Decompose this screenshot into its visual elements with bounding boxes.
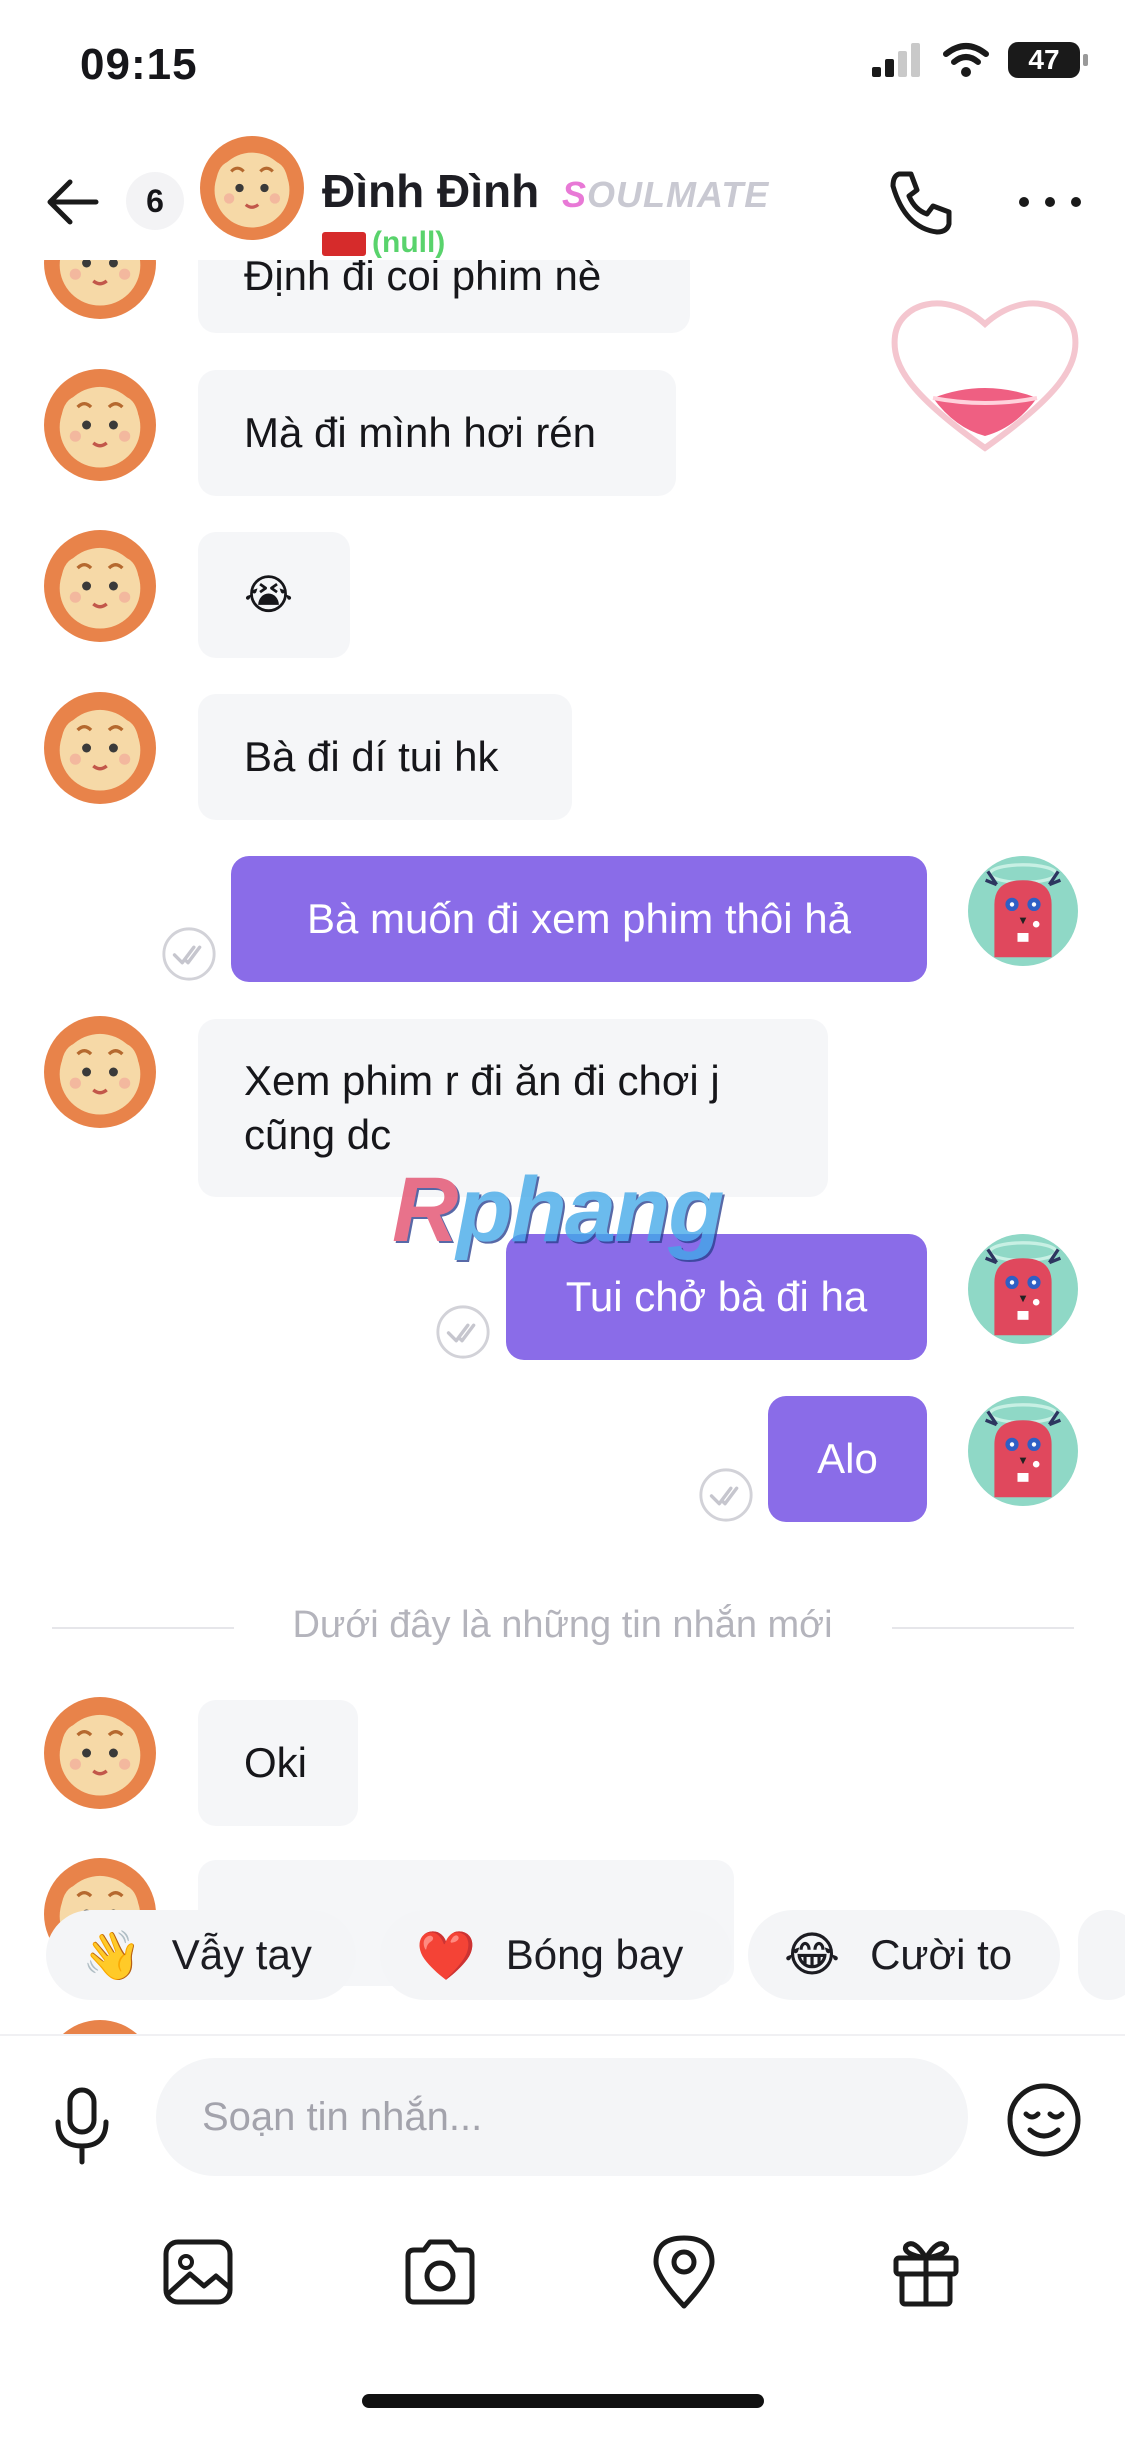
- new-messages-divider: Dưới đây là những tin nhắn mới: [292, 1604, 833, 1646]
- divider-line-right: [892, 1627, 1074, 1629]
- quick-reaction-label: Vẫy tay: [171, 1931, 312, 1978]
- signal-icon: [872, 43, 920, 77]
- message-bubble-outgoing[interactable]: Bà muốn đi xem phim thôi hả: [231, 856, 927, 982]
- heart-sticker-icon[interactable]: [885, 288, 1085, 458]
- phone-icon[interactable]: [885, 166, 957, 238]
- quick-reaction-laugh[interactable]: 😂 Cười to: [748, 1910, 1060, 2000]
- quick-reaction-label: Bóng bay: [505, 1931, 684, 1978]
- message-text: Bà muốn đi xem phim thôi hả: [307, 895, 851, 942]
- camera-icon[interactable]: [400, 2232, 480, 2312]
- watermark: Rphang: [392, 1159, 724, 1261]
- contact-header-avatar[interactable]: [200, 136, 304, 240]
- image-icon[interactable]: [158, 2232, 238, 2312]
- gift-icon[interactable]: [886, 2232, 966, 2312]
- contact-status: (null): [322, 226, 445, 260]
- heart-icon: ❤️: [416, 1929, 476, 1983]
- contact-avatar[interactable]: [44, 1697, 156, 1809]
- message-text-line: cũng dc: [244, 1111, 392, 1158]
- message-bubble-outgoing[interactable]: Alo: [768, 1396, 927, 1522]
- soulmate-badge: SOULMATE: [562, 174, 770, 215]
- contact-avatar[interactable]: [44, 530, 156, 642]
- status-time: 09:15: [80, 40, 198, 89]
- quick-reaction-balloon[interactable]: ❤️ Bóng bay: [380, 1910, 732, 2000]
- quick-reaction-wave[interactable]: 👋 Vẫy tay: [46, 1910, 356, 2000]
- wave-icon: 👋: [82, 1929, 142, 1983]
- microphone-icon[interactable]: [50, 2086, 114, 2166]
- home-indicator[interactable]: [362, 2394, 764, 2408]
- message-text-line: Xem phim r đi ăn đi chơi j: [244, 1057, 720, 1104]
- message-text: 😭: [244, 571, 294, 618]
- my-avatar[interactable]: [968, 856, 1078, 966]
- message-input[interactable]: [156, 2058, 968, 2176]
- battery-indicator: 47: [1008, 42, 1088, 78]
- contact-avatar[interactable]: [44, 692, 156, 804]
- emoji-icon[interactable]: [1004, 2080, 1084, 2160]
- composer-bar: [0, 2034, 1125, 2438]
- back-arrow-icon[interactable]: [42, 170, 106, 234]
- message-bubble-incoming[interactable]: Bà đi dí tui hk: [198, 694, 572, 820]
- contact-name[interactable]: Đình Đình: [322, 164, 539, 218]
- status-icons: 47: [872, 42, 1088, 78]
- more-icon[interactable]: [1016, 182, 1084, 222]
- contact-avatar[interactable]: [44, 1016, 156, 1128]
- wifi-icon: [943, 43, 989, 77]
- flag-icon: [322, 232, 366, 257]
- message-bubble-incoming[interactable]: Mà đi mình hơi rén: [198, 370, 676, 496]
- contact-avatar[interactable]: [44, 369, 156, 481]
- my-avatar[interactable]: [968, 1234, 1078, 1344]
- location-icon[interactable]: [644, 2232, 724, 2312]
- read-check-icon: [160, 925, 218, 983]
- laugh-icon: 😂: [784, 1929, 841, 1982]
- message-text: Mà đi mình hơi rén: [244, 409, 597, 456]
- read-check-icon: [697, 1466, 755, 1524]
- my-avatar[interactable]: [968, 1396, 1078, 1506]
- unread-count-badge: 6: [126, 172, 184, 230]
- message-text: Tui chở bà đi ha: [565, 1273, 868, 1320]
- message-text: Alo: [817, 1435, 878, 1482]
- quick-reaction-label: Cười to: [870, 1931, 1013, 1978]
- message-bubble-incoming[interactable]: Oki: [198, 1700, 358, 1826]
- quick-reaction-more[interactable]: [1078, 1910, 1125, 2000]
- chat-header: 6 Đình Đình SOULMATE (null): [0, 130, 1125, 260]
- message-text: Bà đi dí tui hk: [244, 733, 499, 780]
- message-bubble-incoming[interactable]: 😭: [198, 532, 350, 658]
- message-text: Oki: [244, 1739, 307, 1786]
- read-check-icon: [434, 1303, 492, 1361]
